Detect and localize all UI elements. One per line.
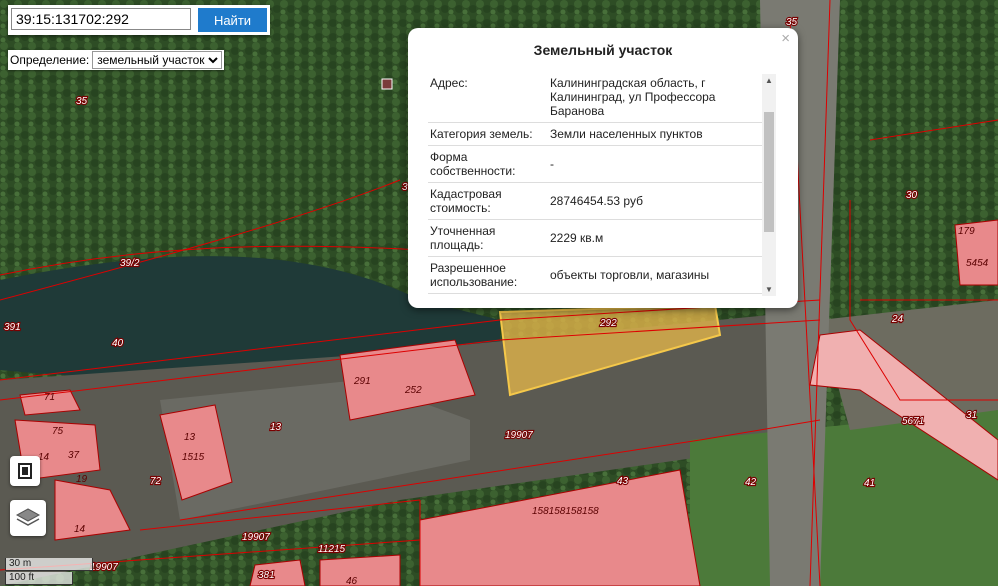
label-30: 30 bbox=[906, 190, 918, 201]
info-row-usage: Разрешенное использование: объекты торго… bbox=[428, 257, 768, 294]
close-icon[interactable]: × bbox=[781, 30, 790, 47]
info-row-ownership: Форма собственности: - bbox=[428, 146, 768, 183]
popup-scrollbar[interactable]: ▲ ▼ bbox=[762, 74, 776, 296]
info-key: Разрешенное использование: bbox=[430, 261, 518, 289]
info-key: Кадастровая стоимость: bbox=[430, 187, 502, 215]
label-158: 158158158158 bbox=[532, 506, 599, 517]
info-value: Земли населенных пунктов bbox=[550, 127, 703, 141]
label-75: 75 bbox=[52, 426, 64, 437]
info-key: Адрес: bbox=[430, 76, 468, 90]
label-43: 43 bbox=[617, 476, 629, 487]
scale-metric: 30 m bbox=[5, 558, 93, 571]
legend-button[interactable] bbox=[10, 456, 40, 486]
label-5671: 5671 bbox=[902, 416, 924, 427]
label-35a: 35 bbox=[76, 96, 88, 107]
cadastral-search-input[interactable] bbox=[11, 8, 191, 30]
popup-rows: Адрес: Калининградская область, г Калини… bbox=[428, 72, 768, 297]
info-value: 2229 кв.м bbox=[550, 231, 604, 245]
layers-icon bbox=[15, 508, 41, 526]
scale-imperial: 100 ft bbox=[5, 572, 73, 585]
label-391: 391 bbox=[4, 322, 21, 333]
info-key: Уточненная площадь: bbox=[430, 224, 496, 252]
info-key: Форма собственности: bbox=[430, 150, 516, 178]
label-292: 292 bbox=[599, 318, 617, 329]
legend-icon bbox=[18, 463, 32, 479]
search-panel: Найти bbox=[8, 5, 270, 35]
label-42: 42 bbox=[745, 477, 757, 488]
label-1515: 1515 bbox=[182, 452, 205, 463]
scroll-down-icon[interactable]: ▼ bbox=[762, 285, 776, 294]
info-row-area: Уточненная площадь: 2229 кв.м bbox=[428, 220, 768, 257]
label-71: 71 bbox=[44, 392, 55, 403]
info-value: 28746454.53 руб bbox=[550, 194, 643, 208]
label-381: 381 bbox=[258, 570, 275, 581]
info-row-category: Категория земель: Земли населенных пункт… bbox=[428, 123, 768, 146]
label-39-2: 39/2 bbox=[120, 258, 140, 269]
label-35b: 35 bbox=[786, 17, 798, 28]
info-key: Категория земель: bbox=[430, 127, 533, 141]
label-24: 24 bbox=[891, 314, 904, 325]
label-40: 40 bbox=[112, 338, 124, 349]
info-row-cost: Кадастровая стоимость: 28746454.53 руб bbox=[428, 183, 768, 220]
parcel-info-popup: Земельный участок × Адрес: Калининградск… bbox=[408, 28, 798, 308]
label-72: 72 bbox=[150, 476, 162, 487]
label-179: 179 bbox=[958, 226, 975, 237]
definition-panel: Определение: земельный участок bbox=[8, 50, 225, 70]
layers-button[interactable] bbox=[10, 500, 46, 536]
label-19907b: 19907 bbox=[242, 532, 270, 543]
label-19907a: 19907 bbox=[505, 430, 533, 441]
popup-title: Земельный участок bbox=[533, 42, 673, 58]
info-value: Калининградская область, г Калининград, … bbox=[550, 76, 716, 118]
point-marker[interactable] bbox=[381, 78, 393, 90]
label-19907c: 19907 bbox=[90, 562, 118, 573]
label-13a: 13 bbox=[184, 432, 196, 443]
label-291: 291 bbox=[353, 376, 371, 387]
find-button[interactable]: Найти bbox=[198, 8, 267, 32]
definition-select[interactable]: земельный участок bbox=[92, 51, 223, 69]
label-11215: 11215 bbox=[318, 544, 346, 555]
label-19: 19 bbox=[76, 474, 88, 485]
label-31: 31 bbox=[966, 410, 977, 421]
label-37: 37 bbox=[68, 450, 80, 461]
scroll-up-icon[interactable]: ▲ bbox=[762, 76, 776, 85]
label-41: 41 bbox=[864, 478, 875, 489]
info-value: объекты торговли, магазины bbox=[550, 268, 710, 282]
label-252: 252 bbox=[404, 385, 422, 396]
label-5454: 5454 bbox=[966, 258, 989, 269]
definition-label: Определение: bbox=[10, 53, 90, 67]
scroll-thumb[interactable] bbox=[764, 112, 774, 232]
info-row-address: Адрес: Калининградская область, г Калини… bbox=[428, 72, 768, 123]
info-value: - bbox=[550, 157, 554, 171]
label-13b: 13 bbox=[270, 422, 282, 433]
label-14b: 14 bbox=[74, 524, 86, 535]
label-46: 46 bbox=[346, 576, 358, 586]
